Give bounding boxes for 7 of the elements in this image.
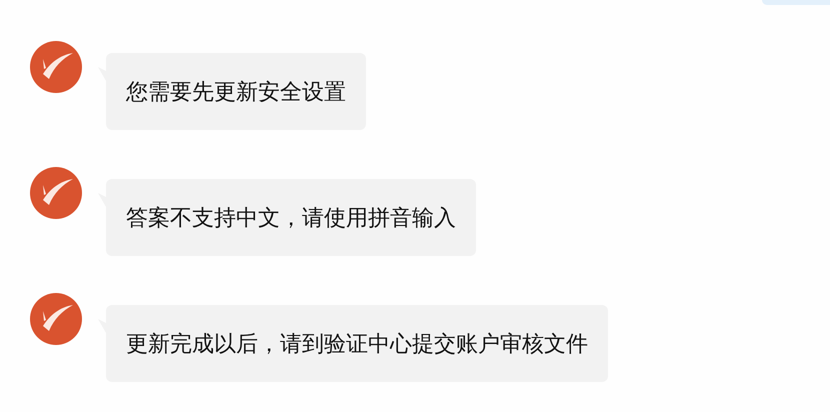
message-bubble: 您需要先更新安全设置 (106, 53, 366, 130)
avatar (30, 293, 82, 345)
message-bubble (762, 0, 830, 5)
avatar (30, 167, 82, 219)
message-bubble: 更新完成以后，请到验证中心提交账户审核文件 (106, 305, 608, 382)
avatar (30, 41, 82, 93)
message-bubble: 答案不支持中文，请使用拼音输入 (106, 179, 476, 256)
